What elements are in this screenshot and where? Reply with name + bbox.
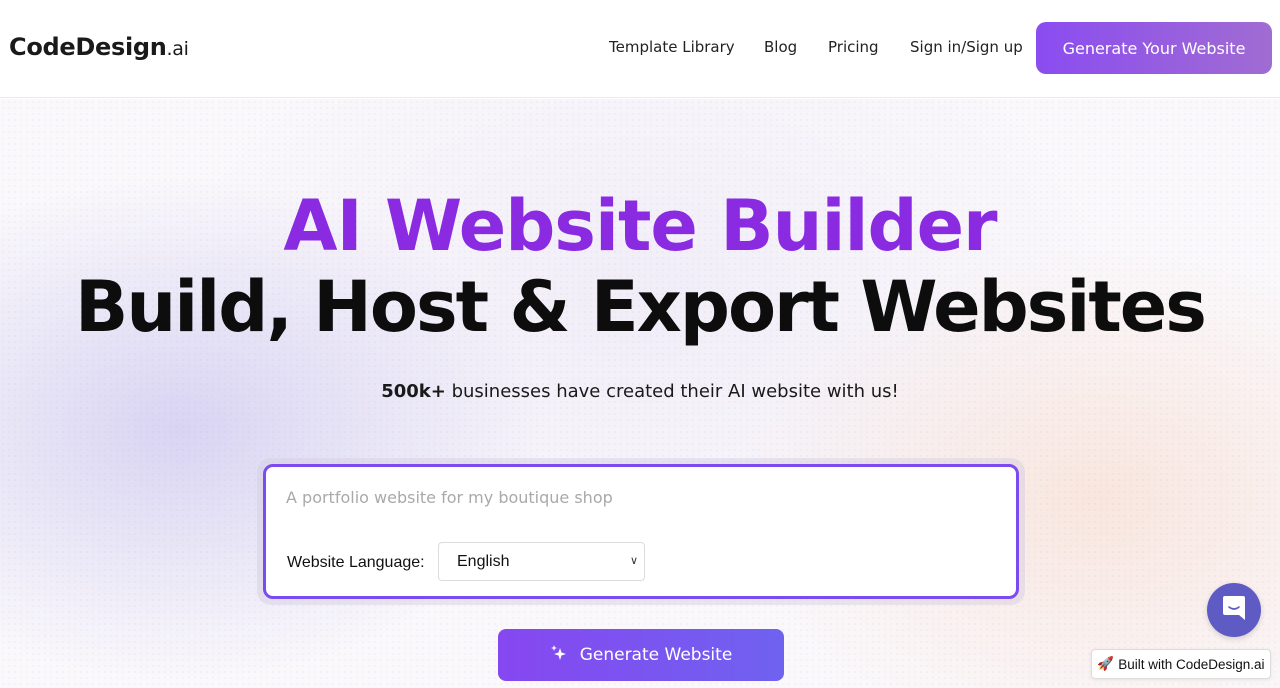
chevron-down-icon: ∨ — [629, 555, 638, 567]
rocket-icon: 🚀 — [1097, 656, 1115, 671]
website-language-label: Website Language: — [287, 554, 425, 571]
hero-title-secondary: Build, Host & Export Websites — [75, 266, 1207, 348]
logo-suffix: .ai — [166, 38, 189, 60]
site-header: CodeDesign.ai Template Library Blog Pric… — [0, 0, 1280, 98]
hero-stat-line: 500k+ businesses have created their AI w… — [0, 381, 1280, 402]
nav-pricing[interactable]: Pricing — [828, 38, 879, 56]
logo-main: CodeDesign — [9, 33, 167, 61]
generate-website-button[interactable]: Generate Website — [498, 629, 784, 681]
nav-blog[interactable]: Blog — [764, 38, 797, 56]
nav-sign-in[interactable]: Sign in/Sign up — [910, 38, 1023, 56]
built-with-badge[interactable]: 🚀 Built with CodeDesign.ai — [1091, 649, 1271, 679]
stat-text: businesses have created their AI website… — [445, 381, 899, 402]
generate-your-website-button[interactable]: Generate Your Website — [1036, 22, 1272, 74]
sparkle-icon — [550, 644, 568, 666]
hero-title-primary: AI Website Builder — [283, 185, 997, 267]
hero-section: AI Website Builder Build, Host & Export … — [0, 99, 1280, 688]
website-description-input[interactable] — [286, 481, 986, 513]
prompt-container: Website Language: English ∨ — [257, 458, 1025, 605]
logo[interactable]: CodeDesign.ai — [9, 33, 189, 61]
selected-language: English — [457, 552, 510, 570]
website-language-select[interactable]: English ∨ — [438, 542, 645, 581]
prompt-box: Website Language: English ∨ — [263, 464, 1019, 599]
nav-template-library[interactable]: Template Library — [609, 38, 735, 56]
generate-website-label: Generate Website — [579, 645, 733, 665]
stat-count: 500k+ — [381, 381, 446, 402]
built-with-label: Built with CodeDesign.ai — [1118, 656, 1265, 672]
chat-launcher-button[interactable] — [1207, 583, 1261, 637]
chat-icon — [1221, 594, 1247, 626]
